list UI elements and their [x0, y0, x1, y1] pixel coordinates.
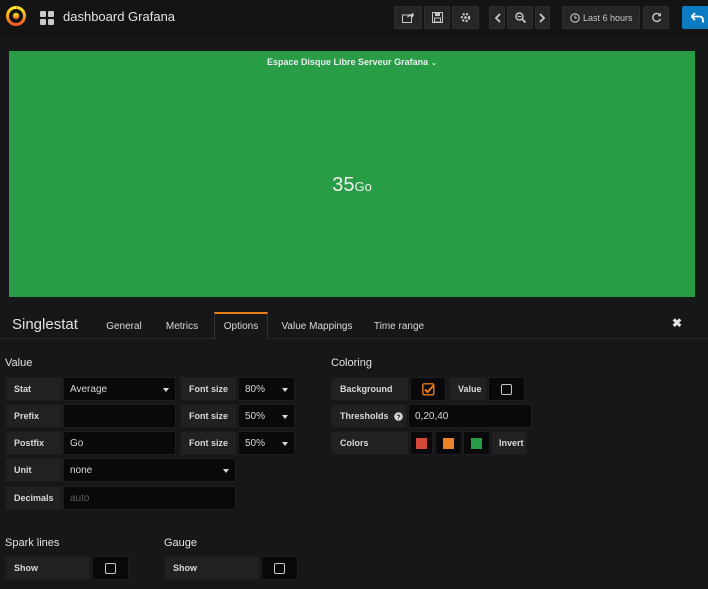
- panel-editor-header: Singlestat General Metrics Options Value…: [0, 310, 708, 340]
- coloring-section-title: Coloring: [331, 357, 372, 369]
- stat-select[interactable]: Average: [63, 377, 176, 401]
- panel-type-title: Singlestat: [12, 316, 78, 333]
- spark-lines-show-checkbox[interactable]: [92, 556, 129, 580]
- save-icon: [431, 12, 443, 23]
- font-size-select-2[interactable]: 50%: [238, 404, 295, 428]
- refresh-icon: [651, 12, 661, 23]
- font-size-value-2: 50%: [245, 410, 266, 422]
- unit-select[interactable]: none: [63, 458, 236, 482]
- font-size-label-2: Font size: [180, 404, 237, 428]
- refresh-button[interactable]: [643, 6, 669, 29]
- color-swatch-green: [471, 437, 482, 449]
- tab-value-mappings[interactable]: Value Mappings: [276, 312, 358, 340]
- color-swatch-red: [416, 437, 427, 449]
- tab-metrics[interactable]: Metrics: [158, 312, 206, 340]
- checkbox-unchecked-icon: [105, 562, 116, 574]
- chevron-left-icon: [494, 12, 501, 23]
- zoom-out-button[interactable]: [507, 6, 533, 29]
- panel-value-unit: Go: [354, 179, 372, 194]
- color-picker-orange[interactable]: [435, 431, 462, 455]
- colors-label: Colors: [331, 431, 409, 455]
- gauge-show-label: Show: [164, 556, 260, 580]
- caret-down-icon: [223, 469, 229, 473]
- stat-select-value: Average: [70, 383, 108, 395]
- invert-colors-button[interactable]: Invert: [491, 431, 527, 455]
- font-size-label-1: Font size: [180, 377, 237, 401]
- checkbox-unchecked-icon: [274, 562, 285, 574]
- unit-select-value: none: [70, 464, 93, 476]
- panel-value-number: 35: [332, 174, 355, 196]
- panel-title[interactable]: Espace Disque Libre Serveur Grafana ⌄: [9, 57, 695, 67]
- gear-icon: [460, 12, 471, 23]
- checkbox-unchecked-icon: [501, 383, 512, 395]
- zoom-out-icon: [514, 12, 526, 23]
- dashboard-title[interactable]: dashboard Grafana: [63, 9, 175, 24]
- tab-general[interactable]: General: [98, 312, 150, 340]
- font-size-value-3: 50%: [245, 437, 266, 449]
- prefix-label: Prefix: [5, 404, 62, 428]
- value-section-title: Value: [5, 357, 33, 369]
- time-range-label: Last 6 hours: [583, 12, 633, 23]
- gauge-title: Gauge: [164, 537, 198, 549]
- postfix-label: Postfix: [5, 431, 62, 455]
- unit-label: Unit: [5, 458, 62, 482]
- time-back-button[interactable]: [489, 6, 505, 29]
- clock-icon: [570, 12, 580, 23]
- value-coloring-label: Value: [449, 377, 487, 401]
- top-navbar: dashboard Grafana Last 6 hours: [0, 0, 708, 36]
- font-size-label-3: Font size: [180, 431, 237, 455]
- tab-options[interactable]: Options: [214, 312, 268, 340]
- panel-value: 35Go: [9, 174, 695, 197]
- time-forward-button[interactable]: [535, 6, 550, 29]
- back-to-dashboard-button[interactable]: [682, 6, 708, 29]
- checkbox-checked-icon: [421, 382, 435, 396]
- prefix-input[interactable]: [63, 404, 176, 428]
- decimals-input[interactable]: auto: [63, 486, 236, 510]
- undo-arrow-icon: [690, 12, 704, 23]
- singlestat-panel[interactable]: Espace Disque Libre Serveur Grafana ⌄ 35G…: [9, 51, 695, 297]
- thresholds-input[interactable]: 0,20,40: [408, 404, 532, 428]
- share-icon: [402, 12, 414, 23]
- time-picker-button[interactable]: Last 6 hours: [562, 6, 640, 29]
- font-size-select-3[interactable]: 50%: [238, 431, 295, 455]
- chevron-right-icon: [539, 12, 546, 23]
- background-checkbox[interactable]: [410, 377, 446, 401]
- close-editor-icon[interactable]: ✖: [672, 316, 682, 330]
- spark-lines-title: Spark lines: [5, 537, 60, 549]
- font-size-select-1[interactable]: 80%: [238, 377, 295, 401]
- spark-lines-show-label: Show: [5, 556, 91, 580]
- caret-down-icon: [282, 388, 288, 392]
- stat-label: Stat: [5, 377, 62, 401]
- color-picker-green[interactable]: [463, 431, 490, 455]
- save-dashboard-button[interactable]: [424, 6, 450, 29]
- share-button[interactable]: [394, 6, 422, 29]
- postfix-input[interactable]: Go: [63, 431, 176, 455]
- thresholds-label: Thresholds ?: [331, 404, 407, 428]
- background-label: Background: [331, 377, 409, 401]
- decimals-label: Decimals: [5, 486, 62, 510]
- settings-button[interactable]: [452, 6, 479, 29]
- chevron-down-icon: ⌄: [431, 60, 437, 67]
- tab-time-range[interactable]: Time range: [366, 312, 432, 340]
- caret-down-icon: [282, 442, 288, 446]
- color-swatch-orange: [443, 437, 454, 449]
- thresholds-label-text: Thresholds: [340, 411, 389, 421]
- font-size-value-1: 80%: [245, 383, 266, 395]
- gauge-show-checkbox[interactable]: [261, 556, 298, 580]
- caret-down-icon: [282, 415, 288, 419]
- caret-down-icon: [163, 388, 169, 392]
- color-picker-red[interactable]: [410, 431, 433, 455]
- grafana-logo-icon[interactable]: [5, 5, 27, 27]
- info-icon[interactable]: ?: [393, 411, 403, 421]
- dashboards-grid-icon[interactable]: [40, 11, 54, 25]
- value-coloring-checkbox[interactable]: [488, 377, 525, 401]
- svg-text:?: ?: [396, 414, 400, 421]
